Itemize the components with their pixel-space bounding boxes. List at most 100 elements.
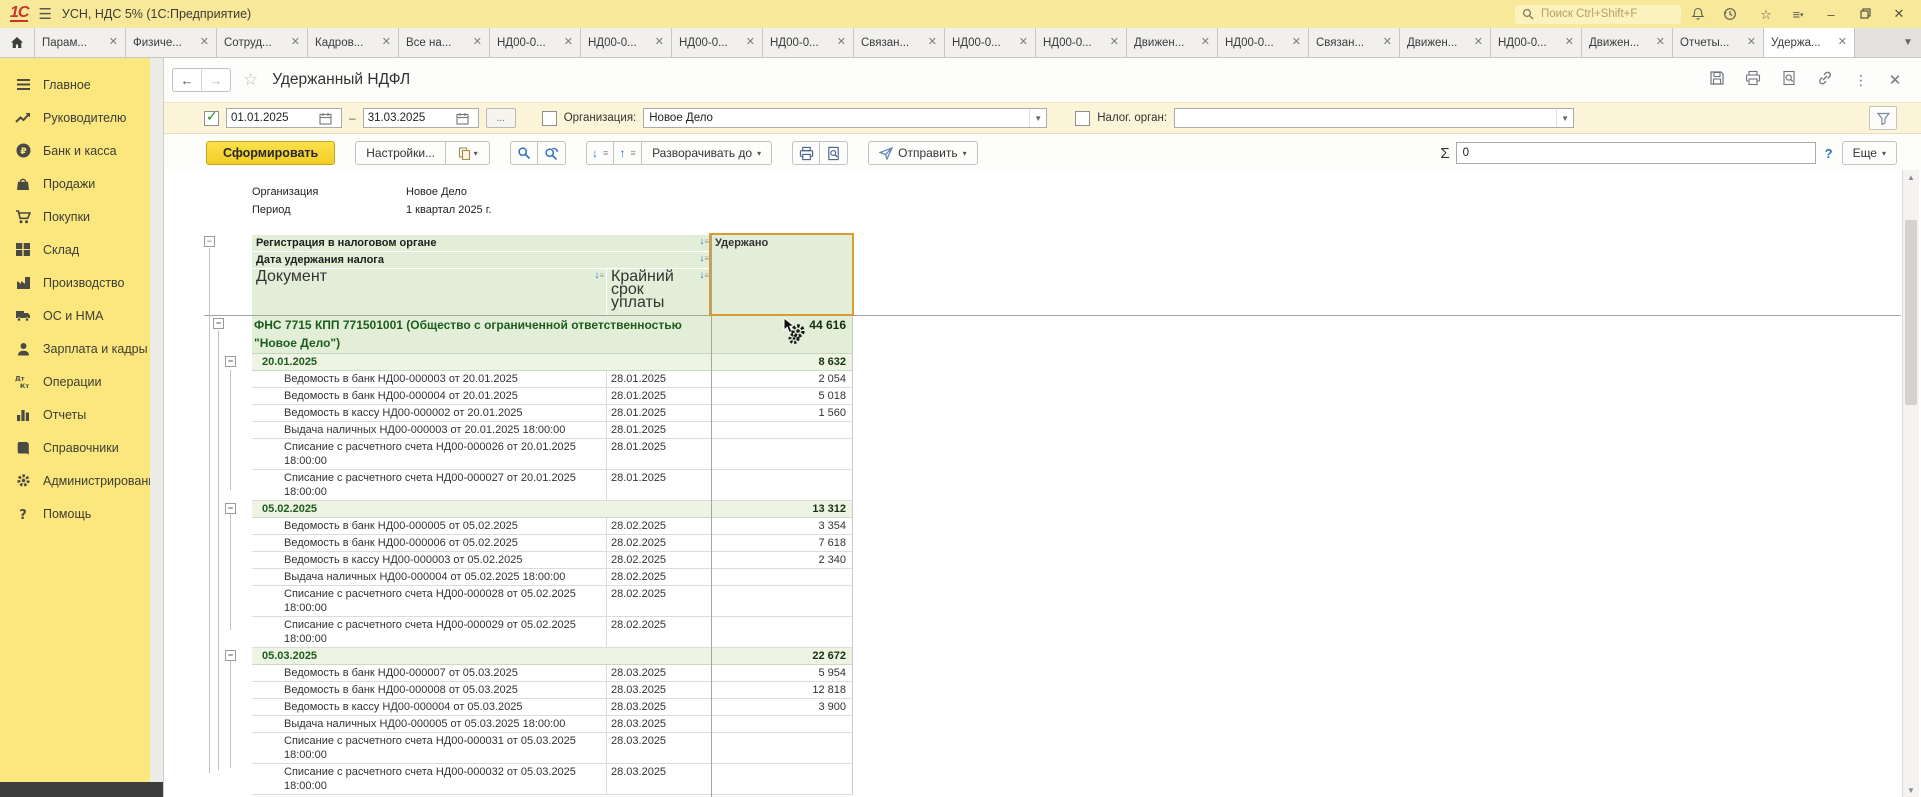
service-menu-icon[interactable]: ≡▾	[1787, 8, 1809, 21]
window-tab[interactable]: Отчеты... ✕	[1673, 28, 1764, 57]
document-cell[interactable]: Ведомость в банк НД00-000007 от 05.03.20…	[252, 665, 606, 681]
document-cell[interactable]: Ведомость в банк НД00-000008 от 05.03.20…	[252, 682, 606, 698]
close-form-icon[interactable]: ✕	[1883, 71, 1907, 89]
document-cell[interactable]: Списание с расчетного счета НД00-000032 …	[252, 764, 606, 794]
withheld-cell[interactable]: 7 618	[711, 535, 853, 551]
table-row[interactable]: − Списание с расчетного счета НД00-00002…	[252, 586, 853, 617]
scrollbar-thumb[interactable]	[1905, 220, 1917, 405]
close-tab-icon[interactable]: ✕	[473, 37, 482, 48]
save-icon[interactable]	[1703, 70, 1731, 91]
deadline-cell[interactable]: 28.01.2025	[606, 439, 711, 469]
forward-button[interactable]: →	[201, 69, 230, 91]
sidebar-item-pomosch[interactable]: ? Помощь	[0, 497, 150, 530]
calendar-icon[interactable]	[319, 112, 332, 125]
sidebar-item-sklad[interactable]: Склад	[0, 233, 150, 266]
withheld-cell[interactable]: 5 954	[711, 665, 853, 681]
table-row[interactable]: − Ведомость в банк НД00-000003 от 20.01.…	[252, 371, 853, 388]
window-tab[interactable]: Парам... ✕	[35, 28, 126, 57]
withheld-cell[interactable]: 3 900	[711, 699, 853, 715]
withheld-cell[interactable]	[711, 733, 853, 763]
window-tab[interactable]: Кадров... ✕	[308, 28, 399, 57]
deadline-cell[interactable]: 28.02.2025	[606, 586, 711, 616]
minimize-button[interactable]: –	[1819, 7, 1843, 22]
close-tab-icon[interactable]: ✕	[1201, 37, 1210, 48]
generate-button[interactable]: Сформировать	[206, 141, 335, 165]
withheld-cell[interactable]	[711, 617, 853, 647]
sidebar-item-administrirovanie[interactable]: Администрирование	[0, 464, 150, 497]
settings-button[interactable]: Настройки...	[355, 141, 446, 165]
deadline-cell[interactable]: 28.03.2025	[606, 716, 711, 732]
window-tab[interactable]: Сотруд... ✕	[217, 28, 308, 57]
deadline-cell[interactable]: 28.01.2025	[606, 405, 711, 421]
close-tab-icon[interactable]: ✕	[382, 37, 391, 48]
chevron-down-icon[interactable]: ▼	[1556, 109, 1573, 127]
table-row[interactable]: − 05.03.2025 22 672	[252, 648, 853, 665]
close-tab-icon[interactable]: ✕	[1565, 37, 1574, 48]
history-icon[interactable]	[1723, 7, 1745, 21]
get-link-icon[interactable]	[1811, 70, 1839, 91]
vertical-scrollbar[interactable]: ▲ ▼	[1902, 170, 1919, 797]
deadline-cell[interactable]: 28.01.2025	[606, 470, 711, 500]
back-button[interactable]: ←	[173, 69, 201, 91]
table-row[interactable]: − Списание с расчетного счета НД00-00002…	[252, 439, 853, 470]
close-tab-icon[interactable]: ✕	[1656, 37, 1665, 48]
table-row[interactable]: − Ведомость в банк НД00-000004 от 20.01.…	[252, 388, 853, 405]
header-withheld-selected-cell[interactable]: Удержано	[711, 235, 853, 315]
collapse-group-icon[interactable]: −	[225, 356, 236, 367]
window-tab[interactable]: НД00-0... ✕	[672, 28, 763, 57]
deadline-cell[interactable]: 28.03.2025	[606, 764, 711, 794]
collapse-group-icon[interactable]: −	[213, 318, 224, 329]
organization-checkbox[interactable]	[542, 111, 557, 126]
document-cell[interactable]: Списание с расчетного счета НД00-000029 …	[252, 617, 606, 647]
period-from-field[interactable]	[226, 108, 342, 128]
header-registration[interactable]: Регистрация в налоговом органе ↓≡	[252, 235, 711, 252]
sort-icon[interactable]: ↓≡	[699, 237, 709, 247]
table-row[interactable]: − Ведомость в банк НД00-000008 от 05.03.…	[252, 682, 853, 699]
table-row[interactable]: − Списание с расчетного счета НД00-00002…	[252, 617, 853, 648]
deadline-cell[interactable]: 28.01.2025	[606, 388, 711, 404]
organization-combo[interactable]: Новое Дело ▼	[643, 108, 1047, 128]
window-tab[interactable]: Движен... ✕	[1400, 28, 1491, 57]
document-cell[interactable]: 05.02.2025	[252, 501, 711, 517]
close-tab-icon[interactable]: ✕	[655, 37, 664, 48]
document-cell[interactable]: Ведомость в банк НД00-000005 от 05.02.20…	[252, 518, 606, 534]
collapse-all-icon[interactable]: −	[204, 236, 215, 247]
favorites-star-icon[interactable]: ☆	[1755, 8, 1777, 21]
withheld-cell[interactable]	[711, 439, 853, 469]
table-row[interactable]: − Ведомость в банк НД00-000007 от 05.03.…	[252, 665, 853, 682]
table-row[interactable]: − Ведомость в кассу НД00-000004 от 05.03…	[252, 699, 853, 716]
close-tab-icon[interactable]: ✕	[1474, 37, 1483, 48]
table-row[interactable]: − Выдача наличных НД00-000005 от 05.03.2…	[252, 716, 853, 733]
close-window-button[interactable]: ✕	[1887, 6, 1911, 22]
document-cell[interactable]: Ведомость в банк НД00-000006 от 05.02.20…	[252, 535, 606, 551]
period-checkbox[interactable]	[204, 111, 219, 126]
close-tab-icon[interactable]: ✕	[291, 37, 300, 48]
close-tab-icon[interactable]: ✕	[746, 37, 755, 48]
document-cell[interactable]: Списание с расчетного счета НД00-000028 …	[252, 586, 606, 616]
window-tab[interactable]: НД00-0... ✕	[1218, 28, 1309, 57]
global-search-input[interactable]	[1539, 7, 1663, 21]
more-actions-icon[interactable]: ⋮	[1847, 72, 1875, 89]
global-search-box[interactable]	[1515, 5, 1681, 24]
deadline-cell[interactable]: 28.01.2025	[606, 422, 711, 438]
document-cell[interactable]: ФНС 7715 КПП 771501001 (Общество с огран…	[252, 315, 711, 353]
close-tab-icon[interactable]: ✕	[1292, 37, 1301, 48]
window-tab[interactable]: Все на... ✕	[399, 28, 490, 57]
header-deadline[interactable]: Крайний срок уплаты ↓≡	[606, 269, 711, 315]
table-row[interactable]: − Списание с расчетного счета НД00-00003…	[252, 733, 853, 764]
close-tab-icon[interactable]: ✕	[837, 37, 846, 48]
calendar-icon[interactable]	[456, 112, 469, 125]
withheld-cell[interactable]: 2 340	[711, 552, 853, 568]
deadline-cell[interactable]: 28.02.2025	[606, 617, 711, 647]
window-tab[interactable]: Движен... ✕	[1127, 28, 1218, 57]
period-from-input[interactable]	[227, 112, 319, 124]
expand-groups-button[interactable]: ↑≡	[614, 141, 642, 165]
sidebar-item-zarplata-kadry[interactable]: Зарплата и кадры	[0, 332, 150, 365]
expand-to-button[interactable]: Разворачивать до ▾	[642, 141, 772, 165]
sidebar-item-proizvodstvo[interactable]: Производство	[0, 266, 150, 299]
close-tab-icon[interactable]: ✕	[564, 37, 573, 48]
report-variants-button[interactable]: ▾	[446, 141, 490, 165]
window-tab[interactable]: Физиче... ✕	[126, 28, 217, 57]
document-cell[interactable]: Списание с расчетного счета НД00-000031 …	[252, 733, 606, 763]
document-cell[interactable]: 05.03.2025	[252, 648, 711, 664]
